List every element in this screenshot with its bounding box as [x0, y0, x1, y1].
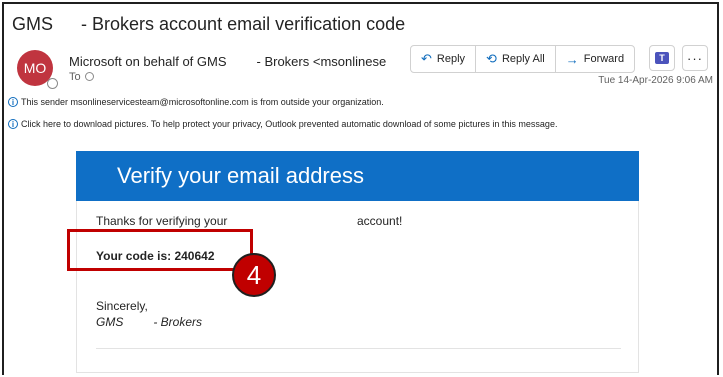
recipient-status-icon [84, 72, 94, 81]
reply-label: Reply [436, 53, 466, 65]
thanks-text: Thanks for verifying your [96, 214, 228, 228]
more-actions-button[interactable]: ··· [682, 45, 708, 71]
message-actions: ↶ Reply ⟲ Reply All → Forward [410, 45, 636, 73]
presence-indicator [47, 78, 58, 89]
more-icon: ··· [687, 50, 703, 66]
step-number-badge: 4 [232, 253, 276, 297]
download-pictures-text: Click here to download pictures. To help… [21, 119, 558, 129]
received-date: Tue 14-Apr-2026 9:06 AM [598, 75, 713, 86]
step-number: 4 [246, 259, 262, 290]
verify-banner: Verify your email address [76, 151, 639, 201]
info-icon: i [8, 97, 18, 107]
signature-rest: - Brokers [153, 315, 203, 329]
subject-org: GMS [12, 14, 54, 34]
external-sender-notice: i This sender msonlineservicesteam@micro… [8, 97, 384, 107]
teams-button[interactable]: T [649, 45, 675, 71]
to-label: To [69, 71, 81, 83]
reply-all-button[interactable]: ⟲ Reply All [476, 46, 556, 72]
code-highlight-box [67, 229, 253, 271]
info-icon: i [8, 119, 18, 129]
reply-icon: ↶ [421, 51, 432, 66]
external-sender-text: This sender msonlineservicesteam@microso… [21, 97, 384, 107]
sender-name: Microsoft on behalf of GMS [69, 54, 227, 69]
reply-button[interactable]: ↶ Reply [411, 46, 477, 72]
sender-line[interactable]: Microsoft on behalf of GMS - Brokers <mso… [69, 54, 386, 69]
sign-off: Sincerely, [96, 299, 148, 313]
thanks-end-text: account! [357, 214, 403, 228]
download-pictures-notice[interactable]: i Click here to download pictures. To he… [8, 119, 557, 129]
signature: GMS - Brokers [96, 315, 202, 329]
email-subject: GMS - Brokers account email verification … [12, 14, 405, 35]
verify-heading: Verify your email address [117, 163, 364, 188]
forward-label: Forward [583, 53, 625, 65]
avatar-initials: MO [23, 60, 47, 76]
forward-button[interactable]: → Forward [556, 46, 634, 72]
forward-icon: → [565, 51, 579, 67]
subject-text: - Brokers account email verification cod… [81, 14, 406, 34]
signature-org: GMS [96, 315, 124, 329]
sender-address: - Brokers <msonlinese [256, 54, 387, 69]
reply-all-icon: ⟲ [486, 51, 497, 66]
body-divider [96, 348, 621, 349]
reply-all-label: Reply All [501, 53, 545, 65]
teams-icon: T [655, 52, 669, 64]
to-line: To [69, 71, 94, 83]
